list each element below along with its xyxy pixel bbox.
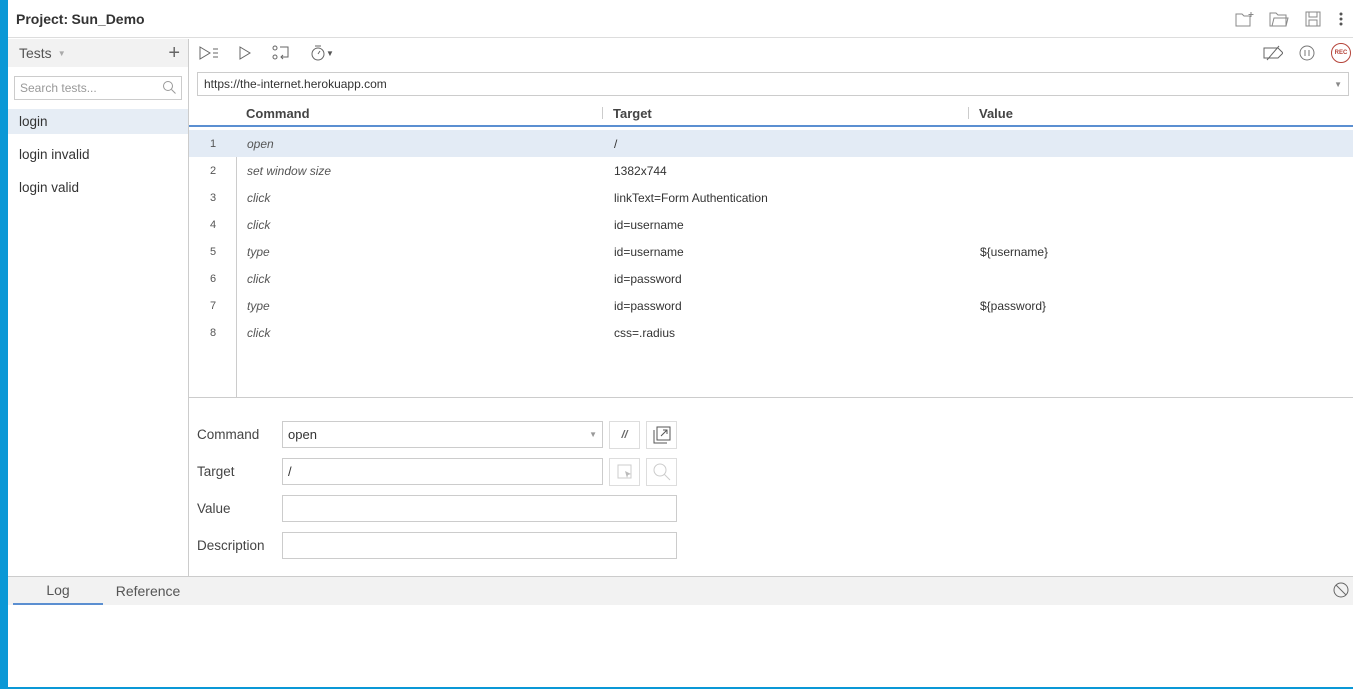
command-cell: type bbox=[247, 244, 270, 259]
target-cell: linkText=Form Authentication bbox=[614, 190, 768, 205]
base-url-value: https://the-internet.herokuapp.com bbox=[204, 77, 387, 91]
search-placeholder: Search tests... bbox=[20, 81, 97, 95]
row-number: 3 bbox=[209, 191, 217, 204]
row-number: 8 bbox=[209, 326, 217, 339]
test-item-login-invalid[interactable]: login invalid bbox=[8, 142, 188, 167]
toggle-comment-button[interactable]: // bbox=[609, 420, 640, 449]
target-input[interactable]: / bbox=[282, 458, 603, 485]
row-number: 4 bbox=[209, 218, 217, 231]
toolbar: ▼ REC bbox=[189, 39, 1353, 67]
header-command: Command bbox=[246, 105, 310, 121]
caret-down-icon: ▼ bbox=[57, 48, 66, 58]
target-label: Target bbox=[197, 464, 235, 479]
table-row[interactable]: 6 click id=password bbox=[189, 265, 1353, 292]
header-target: Target bbox=[613, 105, 652, 121]
record-button[interactable]: REC bbox=[1331, 43, 1351, 63]
commands-table: 1 open / 2 set window size 1382x744 3 click link… bbox=[189, 130, 1353, 398]
step-over-icon[interactable] bbox=[271, 43, 291, 63]
table-row[interactable]: 1 open / bbox=[189, 130, 1353, 157]
table-row[interactable]: 7 type id=password ${password} bbox=[189, 292, 1353, 319]
table-row[interactable]: 4 click id=username bbox=[189, 211, 1353, 238]
run-test-icon[interactable] bbox=[235, 43, 255, 63]
project-label: Project: bbox=[16, 10, 69, 27]
log-area bbox=[8, 606, 1353, 687]
select-target-icon[interactable] bbox=[609, 457, 640, 486]
row-number: 7 bbox=[209, 299, 217, 312]
command-cell: click bbox=[247, 217, 271, 232]
command-cell: click bbox=[247, 325, 271, 340]
row-number: 5 bbox=[209, 245, 217, 258]
run-all-tests-icon[interactable] bbox=[199, 43, 219, 63]
base-url-input[interactable]: https://the-internet.herokuapp.com ▼ bbox=[197, 72, 1349, 96]
selenium-ide-window: Project: Sun_Demo Tests ▼ + Search tests… bbox=[8, 0, 1353, 687]
add-test-icon[interactable]: + bbox=[168, 42, 180, 65]
target-cell: id=password bbox=[614, 298, 682, 313]
open-reference-icon[interactable] bbox=[646, 420, 677, 449]
find-target-icon[interactable] bbox=[646, 457, 677, 486]
target-cell: id=username bbox=[614, 217, 684, 232]
test-item-login-valid[interactable]: login valid bbox=[8, 175, 188, 200]
value-label: Value bbox=[197, 501, 231, 516]
new-project-icon[interactable] bbox=[1235, 9, 1255, 29]
target-cell: / bbox=[614, 136, 618, 151]
project-name[interactable]: Sun_Demo bbox=[71, 11, 144, 27]
command-cell: set window size bbox=[247, 163, 332, 178]
tab-log[interactable]: Log bbox=[13, 576, 103, 605]
disable-breakpoints-icon[interactable] bbox=[1263, 43, 1283, 63]
tests-title: Tests bbox=[19, 45, 52, 61]
description-label: Description bbox=[197, 538, 265, 553]
header: Project: Sun_Demo bbox=[8, 0, 1353, 38]
pause-icon[interactable] bbox=[1297, 43, 1317, 63]
command-cell: click bbox=[247, 190, 271, 205]
search-icon bbox=[162, 80, 176, 97]
bottom-panel-tabs: Log Reference bbox=[8, 576, 1353, 605]
header-value: Value bbox=[979, 105, 1013, 121]
table-row[interactable]: 5 type id=username ${username} bbox=[189, 238, 1353, 265]
target-value: / bbox=[288, 464, 292, 479]
target-cell: css=.radius bbox=[614, 325, 676, 340]
row-number: 1 bbox=[209, 137, 217, 150]
table-row[interactable]: 8 click css=.radius bbox=[189, 319, 1353, 346]
open-project-icon[interactable] bbox=[1269, 9, 1289, 29]
value-input[interactable] bbox=[282, 495, 677, 522]
command-cell: type bbox=[247, 298, 270, 313]
command-cell: click bbox=[247, 271, 271, 286]
url-dropdown-icon[interactable]: ▼ bbox=[1334, 80, 1342, 89]
value-cell: ${password} bbox=[980, 298, 1047, 313]
test-item-login[interactable]: login bbox=[8, 109, 188, 134]
command-editor: Command open ▼ // Target / Value Descript… bbox=[197, 416, 677, 564]
search-tests-input[interactable]: Search tests... bbox=[14, 76, 182, 100]
table-row[interactable]: 3 click linkText=Form Authentication bbox=[189, 184, 1353, 211]
speed-timer-icon[interactable]: ▼ bbox=[307, 43, 337, 63]
target-cell: id=password bbox=[614, 271, 682, 286]
more-menu-icon[interactable] bbox=[1337, 9, 1345, 29]
row-number: 6 bbox=[209, 272, 217, 285]
chevron-down-icon: ▼ bbox=[589, 430, 597, 439]
clear-log-icon[interactable] bbox=[1333, 582, 1349, 601]
tests-sidebar: Tests ▼ + Search tests... login login in… bbox=[8, 39, 189, 576]
table-header: Command Target Value bbox=[189, 101, 1353, 127]
table-row[interactable]: 2 set window size 1382x744 bbox=[189, 157, 1353, 184]
tests-dropdown[interactable]: Tests ▼ + bbox=[8, 39, 188, 67]
target-cell: id=username bbox=[614, 244, 684, 259]
command-cell: open bbox=[247, 136, 274, 151]
command-select[interactable]: open ▼ bbox=[282, 421, 603, 448]
test-editor: ▼ REC https://the-internet.herokuapp.com… bbox=[189, 39, 1353, 576]
command-label: Command bbox=[197, 427, 260, 442]
row-number: 2 bbox=[209, 164, 217, 177]
command-value: open bbox=[288, 427, 317, 442]
target-cell: 1382x744 bbox=[614, 163, 667, 178]
value-cell: ${username} bbox=[980, 244, 1049, 259]
save-project-icon[interactable] bbox=[1303, 9, 1323, 29]
tab-reference[interactable]: Reference bbox=[103, 576, 193, 605]
description-input[interactable] bbox=[282, 532, 677, 559]
